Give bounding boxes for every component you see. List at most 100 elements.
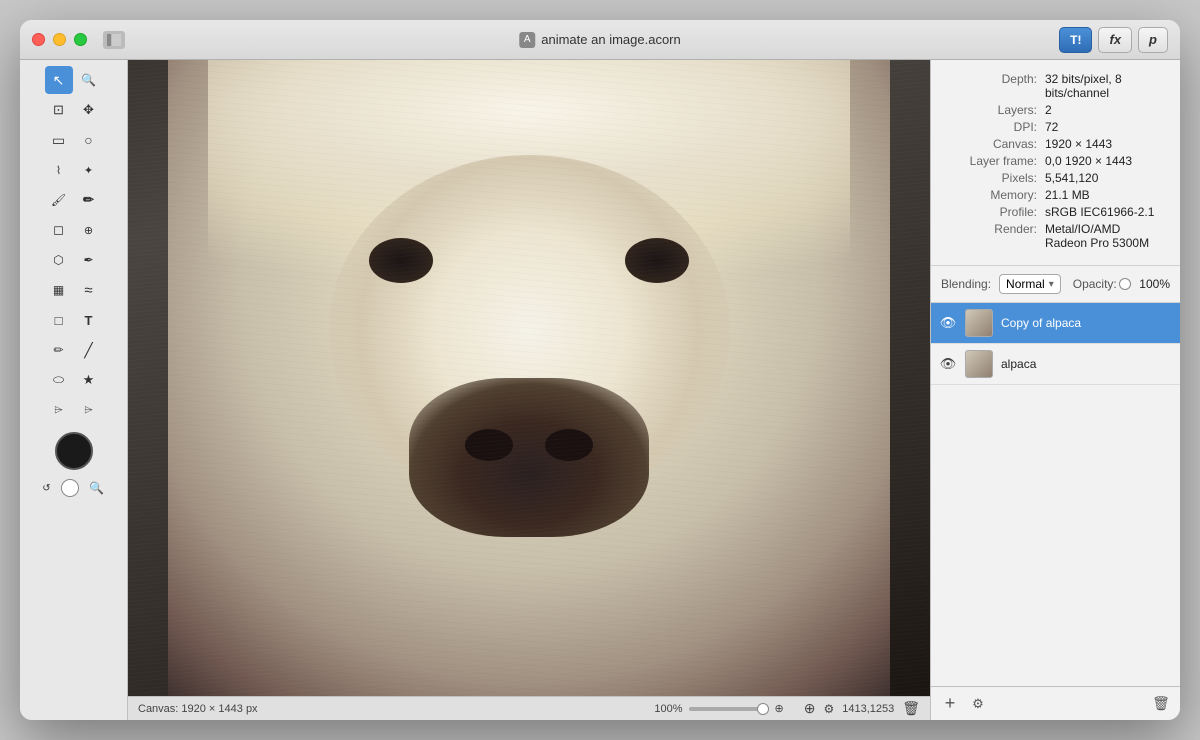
lasso-tool[interactable]: ⌇ [45, 156, 73, 184]
rect-shape-tool[interactable]: □ [45, 306, 73, 334]
add-layer-button[interactable]: + [939, 693, 961, 715]
tool-row-10: ✏ ╱ [24, 336, 123, 364]
foreground-color-swatch[interactable] [55, 432, 93, 470]
layer-frame-label: Layer frame: [947, 154, 1037, 168]
fx-tool-label: fx [1109, 32, 1121, 47]
tool-row-6: ◻ ⊕ [24, 216, 123, 244]
text-tool[interactable]: T [75, 306, 103, 334]
tool-row-4: ⌇ ✦ [24, 156, 123, 184]
tools-panel: ↖ 🔍 ⊡ ✥ ▭ ○ ⌇ ✦ 🖌 ✏ [20, 60, 128, 720]
opacity-slider-thumb[interactable] [1119, 278, 1131, 290]
zoom-slider[interactable] [689, 707, 769, 711]
coordinates-display: 1413,1253 [842, 703, 894, 715]
pen-tool[interactable]: ✏ [45, 336, 73, 364]
blend-mode-select[interactable]: Normal ▾ [999, 274, 1061, 294]
info-profile-row: Profile: sRGB IEC61966-2.1 [947, 205, 1164, 219]
reset-colors-button[interactable]: ↺ [37, 478, 57, 498]
crop-tool[interactable]: ⊡ [45, 96, 73, 124]
zoom-controls: 100% ⊕ [654, 702, 783, 715]
add-layer-icon[interactable]: ⊕ [804, 700, 816, 717]
brush-tool[interactable]: 🖌 [45, 186, 73, 214]
magic-wand-tool[interactable]: ✦ [75, 156, 103, 184]
maximize-button[interactable] [74, 33, 87, 46]
info-pixels-row: Pixels: 5,541,120 [947, 171, 1164, 185]
select-ellipse-tool[interactable]: ○ [75, 126, 103, 154]
status-bar: Canvas: 1920 × 1443 px 100% ⊕ ⊕ ⚙ 1413,1… [128, 696, 930, 720]
cursor-tool[interactable]: ↖ [45, 66, 73, 94]
layer-thumbnail-copy [965, 309, 993, 337]
gradient-tool[interactable]: ▦ [45, 276, 73, 304]
canvas-size-status: Canvas: 1920 × 1443 px [138, 703, 258, 715]
star-tool[interactable]: ★ [75, 366, 103, 394]
canvas-image [128, 60, 930, 696]
select-rect-tool[interactable]: ▭ [45, 126, 73, 154]
layer-visibility-toggle-copy[interactable]: 👁 [939, 314, 957, 332]
zoom-status[interactable]: 🔍 [83, 474, 111, 502]
canvas-value: 1920 × 1443 [1045, 137, 1112, 151]
blend-mode-arrow: ▾ [1049, 279, 1054, 290]
background-swatch[interactable] [61, 479, 79, 497]
oval-tool[interactable]: ⬭ [45, 366, 73, 394]
blending-label: Blending: [941, 277, 991, 291]
blending-row: Blending: Normal ▾ Opacity: 100% [931, 266, 1180, 303]
info-layers-row: Layers: 2 [947, 103, 1164, 117]
traffic-lights [32, 33, 87, 46]
zoom-tool[interactable]: 🔍 [75, 66, 103, 94]
opacity-slider[interactable] [1125, 282, 1132, 286]
node-tool[interactable]: ⌲ [75, 396, 103, 424]
fx-tool-button[interactable]: fx [1098, 27, 1132, 53]
zoom-slider-thumb[interactable] [757, 703, 769, 715]
vector-tool[interactable]: ⌲ [45, 396, 73, 424]
text-tool-button[interactable]: T! [1059, 27, 1092, 53]
canvas-viewport[interactable] [128, 60, 930, 696]
smudge-tool[interactable]: ≈ [75, 276, 103, 304]
memory-value: 21.1 MB [1045, 188, 1090, 202]
transform-tool[interactable]: ✥ [75, 96, 103, 124]
layer-item-copy[interactable]: 👁 Copy of alpaca [931, 303, 1180, 344]
tool-row-1: ↖ 🔍 [24, 66, 123, 94]
pencil-tool[interactable]: ✏ [75, 186, 103, 214]
layers-label: Layers: [947, 103, 1037, 117]
layer-visibility-toggle-alpaca[interactable]: 👁 [939, 355, 957, 373]
titlebar: A animate an image.acorn T! fx p [20, 20, 1180, 60]
delete-layer-button[interactable]: 🗑 [1150, 693, 1172, 715]
layer-item-alpaca[interactable]: 👁 alpaca [931, 344, 1180, 385]
opacity-label: Opacity: [1073, 277, 1117, 291]
zoom-level: 100% [654, 703, 682, 715]
eraser-tool[interactable]: ◻ [45, 216, 73, 244]
sidebar-toggle-button[interactable] [103, 31, 125, 49]
canvas-label: Canvas: [947, 137, 1037, 151]
layer-frame-value: 0,0 1920 × 1443 [1045, 154, 1132, 168]
layer-thumbnail-alpaca [965, 350, 993, 378]
trash-icon[interactable]: 🗑 [902, 700, 920, 717]
dpi-value: 72 [1045, 120, 1058, 134]
minimize-button[interactable] [53, 33, 66, 46]
layer-settings-button[interactable]: ⚙ [967, 693, 989, 715]
canvas-area: Canvas: 1920 × 1443 px 100% ⊕ ⊕ ⚙ 1413,1… [128, 60, 930, 720]
layer-name-copy: Copy of alpaca [1001, 316, 1081, 330]
layers-list: 👁 Copy of alpaca 👁 alpaca [931, 303, 1180, 686]
line-tool[interactable]: ╱ [75, 336, 103, 364]
dropper-tool[interactable]: ✒ [75, 246, 103, 274]
clone-tool[interactable]: ⊕ [75, 216, 103, 244]
profile-value: sRGB IEC61966-2.1 [1045, 205, 1154, 219]
pixels-label: Pixels: [947, 171, 1037, 185]
tool-row-3: ▭ ○ [24, 126, 123, 154]
opacity-value: 100% [1139, 277, 1170, 291]
close-button[interactable] [32, 33, 45, 46]
layers-value: 2 [1045, 103, 1052, 117]
layers-bottom-bar: + ⚙ 🗑 [931, 686, 1180, 720]
info-memory-row: Memory: 21.1 MB [947, 188, 1164, 202]
depth-label: Depth: [947, 72, 1037, 86]
fill-tool[interactable]: ⬡ [45, 246, 73, 274]
right-panel: Depth: 32 bits/pixel, 8 bits/channel Lay… [930, 60, 1180, 720]
settings-icon[interactable]: ⚙ [823, 702, 834, 716]
color-section: ↺ 🔍 [24, 432, 123, 502]
profile-label: Profile: [947, 205, 1037, 219]
tool-row-7: ⬡ ✒ [24, 246, 123, 274]
depth-value: 32 bits/pixel, 8 bits/channel [1045, 72, 1164, 100]
p-tool-button[interactable]: p [1138, 27, 1168, 53]
tool-row-2: ⊡ ✥ [24, 96, 123, 124]
tool-row-9: □ T [24, 306, 123, 334]
dpi-label: DPI: [947, 120, 1037, 134]
